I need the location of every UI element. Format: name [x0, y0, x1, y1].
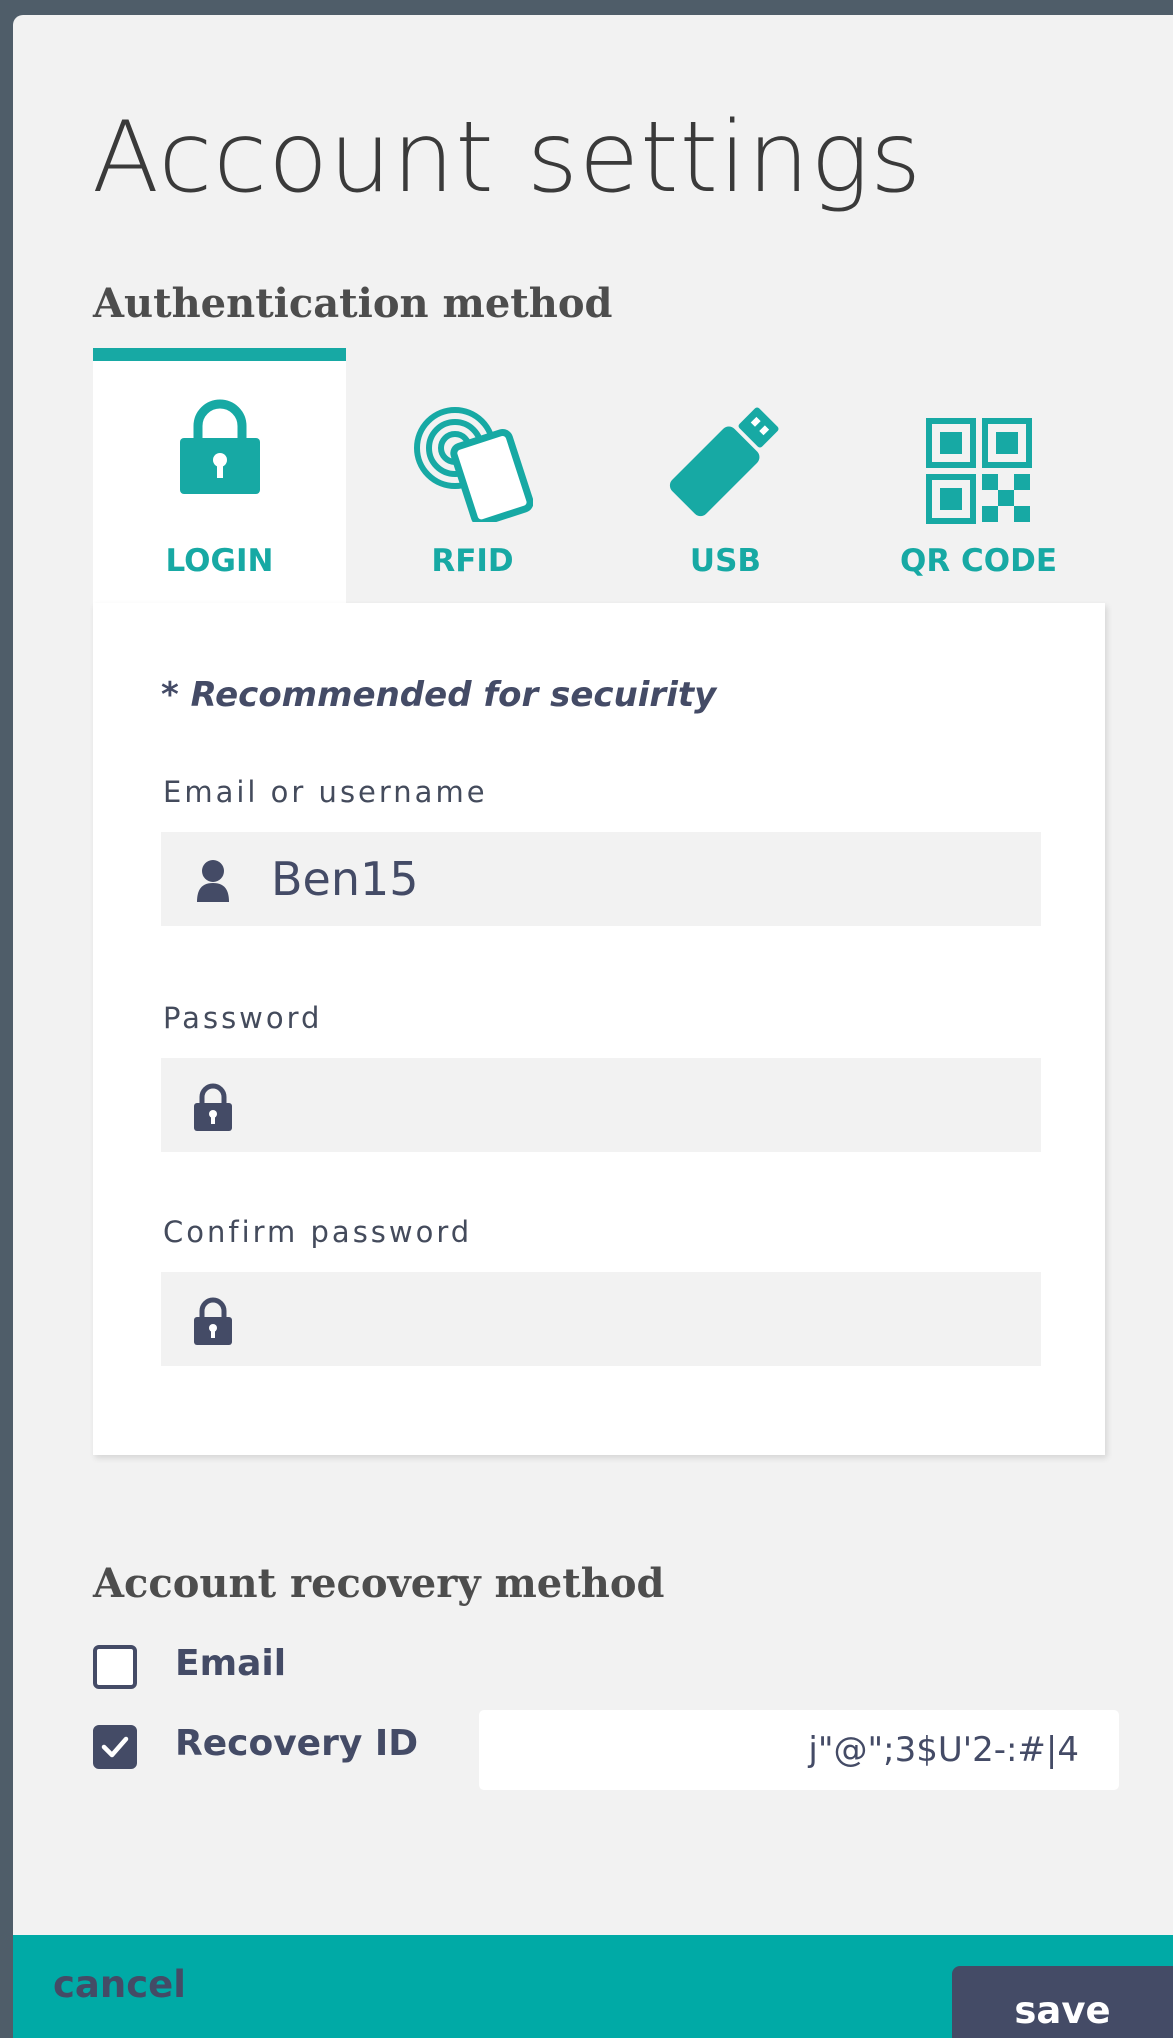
tab-usb[interactable]: USB [599, 348, 852, 603]
padlock-icon [178, 398, 262, 498]
tab-qr-code[interactable]: QR CODE [852, 348, 1105, 603]
authentication-tabs: LOGIN RFID USB QR CODE [93, 348, 1105, 603]
tab-qr-code-label: QR CODE [899, 543, 1058, 579]
tab-rfid[interactable]: RFID [346, 348, 599, 603]
confirm-password-input[interactable] [271, 1272, 1011, 1366]
email-checkbox[interactable] [93, 1645, 137, 1689]
recovery-id-field[interactable] [479, 1710, 1119, 1790]
confirm-password-label: Confirm password [163, 1215, 473, 1249]
email-checkbox-label: Email [175, 1643, 287, 1684]
usb-stick-icon [666, 402, 786, 522]
recovery-id-checkbox[interactable] [93, 1725, 137, 1769]
password-label: Password [163, 1001, 323, 1035]
password-input[interactable] [271, 1058, 1011, 1152]
footer-bar: cancel save [13, 1935, 1173, 2038]
cancel-button[interactable]: cancel [53, 1963, 186, 2006]
confirm-password-field[interactable] [161, 1272, 1041, 1366]
checkmark-icon [101, 1736, 129, 1758]
recovery-id-input[interactable] [479, 1710, 1119, 1790]
rfid-card-icon [413, 406, 534, 527]
tab-login[interactable]: LOGIN [93, 348, 346, 603]
recovery-heading: Account recovery method [93, 1560, 665, 1607]
qr-code-icon [925, 418, 1032, 528]
username-label: Email or username [163, 775, 488, 809]
tab-usb-label: USB [689, 543, 762, 579]
page-title: Account settings [92, 101, 923, 215]
password-field[interactable] [161, 1058, 1041, 1152]
username-field[interactable] [161, 832, 1041, 926]
tab-login-label: LOGIN [165, 543, 274, 579]
settings-panel: Account settings Authentication method L… [13, 15, 1173, 2038]
username-input[interactable] [271, 832, 1011, 926]
recovery-id-checkbox-label: Recovery ID [175, 1723, 419, 1764]
user-icon [189, 856, 237, 908]
authentication-heading: Authentication method [93, 280, 613, 327]
lock-icon [189, 1082, 237, 1136]
login-form-card: * Recommended for secuirity Email or use… [93, 603, 1105, 1455]
security-recommendation: * Recommended for secuirity [161, 675, 717, 715]
save-button[interactable]: save [952, 1966, 1173, 2038]
lock-icon [189, 1296, 237, 1350]
tab-rfid-label: RFID [431, 543, 514, 579]
